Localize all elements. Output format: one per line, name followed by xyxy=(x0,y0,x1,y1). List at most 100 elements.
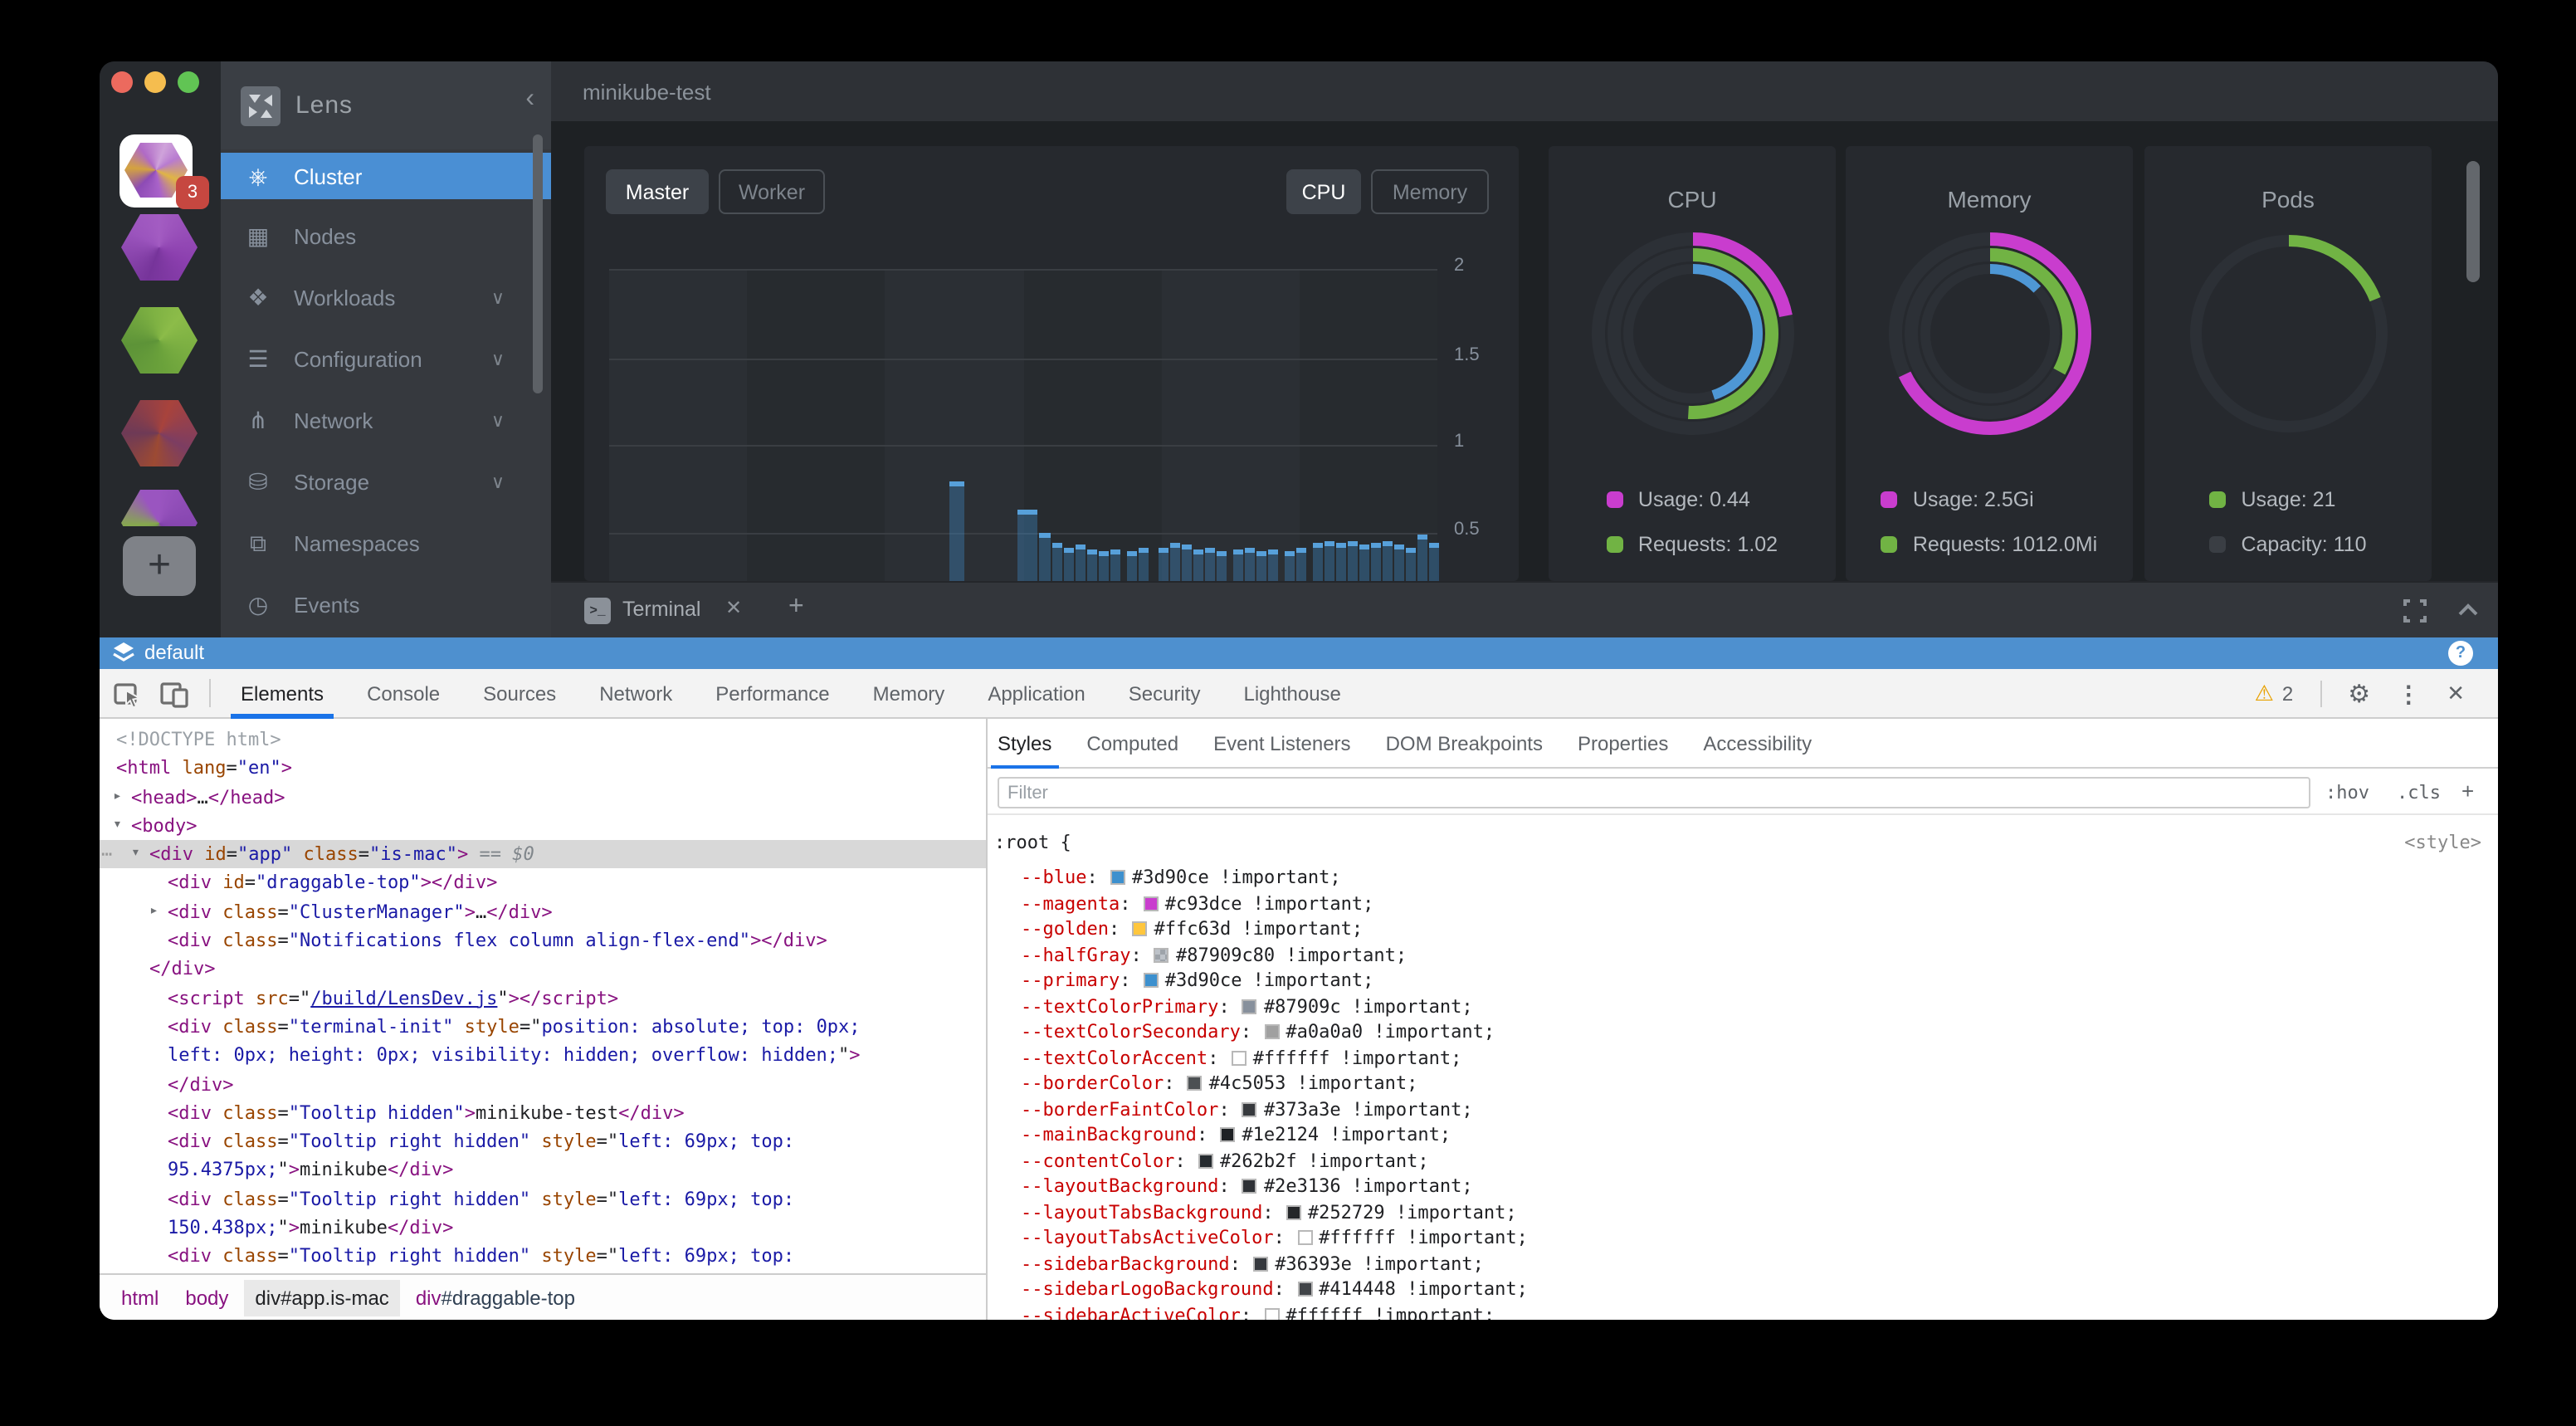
sidebar-item-events[interactable]: ◷Events xyxy=(221,579,551,629)
cluster-icon-cluster-4[interactable] xyxy=(121,400,198,466)
dom-tree-node[interactable]: <div class="Tooltip right hidden" style=… xyxy=(100,1185,986,1214)
dom-tree-node[interactable]: ▾<body> xyxy=(100,812,986,841)
dock-expand-chevron-icon[interactable] xyxy=(2456,601,2480,618)
expand-arrow-icon[interactable]: ▸ xyxy=(149,898,159,927)
sidebar-item-namespaces[interactable]: ⧉Namespaces xyxy=(221,518,551,568)
dom-tree-node[interactable]: 150.438px;">minikube</div> xyxy=(100,1214,986,1243)
css-property[interactable]: --magenta: #c93dce !important; xyxy=(988,891,2498,916)
styles-tab-styles[interactable]: Styles xyxy=(998,719,1051,769)
zoom-window-button[interactable] xyxy=(178,71,199,93)
expand-arrow-icon[interactable]: ▸ xyxy=(113,783,122,812)
cluster-icon-cluster-3[interactable] xyxy=(121,307,198,374)
expand-arrow-icon[interactable]: ▾ xyxy=(113,812,122,841)
dom-tree-node[interactable]: <div class="Tooltip hidden">minikube-tes… xyxy=(100,1099,986,1128)
css-property[interactable]: --borderColor: #4c5053 !important; xyxy=(988,1071,2498,1096)
terminal-close-icon[interactable]: ✕ xyxy=(725,596,742,619)
dom-tree-node[interactable]: <!DOCTYPE html> xyxy=(100,725,986,755)
devtools-tab-console[interactable]: Console xyxy=(367,669,440,719)
close-window-button[interactable] xyxy=(111,71,133,93)
css-property[interactable]: --textColorAccent: #ffffff !important; xyxy=(988,1045,2498,1071)
device-toolbar-icon[interactable] xyxy=(159,677,191,709)
sidebar-item-storage[interactable]: ⛁Storage∨ xyxy=(221,457,551,506)
dom-tree-node[interactable]: ⋯▾<div id="app" class="is-mac"> == $0 xyxy=(100,840,986,869)
css-property[interactable]: --golden: #ffc63d !important; xyxy=(988,916,2498,942)
css-property[interactable]: --layoutBackground: #2e3136 !important; xyxy=(988,1174,2498,1199)
cluster-icon-cluster-2[interactable] xyxy=(121,214,198,281)
metric-toggle-cpu[interactable]: CPU xyxy=(1286,169,1361,214)
css-property[interactable]: --textColorSecondary: #a0a0a0 !important… xyxy=(988,1019,2498,1045)
color-swatch[interactable] xyxy=(1242,999,1257,1013)
devtools-tab-memory[interactable]: Memory xyxy=(873,669,945,719)
color-swatch[interactable] xyxy=(1264,1024,1279,1039)
sidebar-item-workloads[interactable]: ❖Workloads∨ xyxy=(221,272,551,322)
settings-gear-icon[interactable]: ⚙ xyxy=(2348,679,2370,709)
toggle-hover-state-button[interactable]: :hov xyxy=(2325,782,2369,803)
css-property[interactable]: --primary: #3d90ce !important; xyxy=(988,968,2498,994)
styles-tab-computed[interactable]: Computed xyxy=(1086,719,1178,769)
sidebar-item-nodes[interactable]: ▦Nodes xyxy=(221,211,551,261)
sidebar-scrollbar[interactable] xyxy=(533,134,543,393)
css-property[interactable]: --borderFaintColor: #373a3e !important; xyxy=(988,1096,2498,1122)
dom-tree-node[interactable]: <script src="/build/LensDev.js"></script… xyxy=(100,984,986,1013)
devtools-close-icon[interactable]: ✕ xyxy=(2447,681,2465,707)
metric-toggle-memory[interactable]: Memory xyxy=(1371,169,1489,214)
color-swatch[interactable] xyxy=(1297,1230,1312,1245)
breadcrumb-item[interactable]: div#draggable-top xyxy=(404,1279,587,1316)
dom-tree-node[interactable]: left: 0px; height: 0px; visibility: hidd… xyxy=(100,1042,986,1071)
color-swatch[interactable] xyxy=(1132,921,1147,936)
help-icon[interactable]: ? xyxy=(2448,641,2473,666)
dashboard-scrollbar[interactable] xyxy=(2466,161,2480,282)
color-swatch[interactable] xyxy=(1232,1050,1247,1065)
breadcrumb-item[interactable]: html xyxy=(110,1279,170,1316)
more-options-icon[interactable]: ⋮ xyxy=(2397,680,2420,708)
color-swatch[interactable] xyxy=(1286,1204,1301,1219)
sidebar-item-cluster[interactable]: ⎈Cluster xyxy=(221,153,551,199)
css-property[interactable]: --textColorPrimary: #87909c !important; xyxy=(988,994,2498,1019)
breadcrumb-item[interactable]: div#app.is-mac xyxy=(243,1279,400,1316)
dom-tree-node[interactable]: <div class="Notifications flex column al… xyxy=(100,926,986,955)
breadcrumb-item[interactable]: body xyxy=(173,1279,240,1316)
color-swatch[interactable] xyxy=(1253,1256,1268,1271)
dom-tree-node[interactable]: <div class="terminal-init" style="positi… xyxy=(100,1013,986,1042)
sidebar-collapse-icon[interactable]: ‹ xyxy=(525,85,534,115)
sidebar-item-configuration[interactable]: ☰Configuration∨ xyxy=(221,334,551,383)
color-swatch[interactable] xyxy=(1264,1307,1279,1320)
styles-filter-input[interactable] xyxy=(998,777,2310,808)
color-swatch[interactable] xyxy=(1220,1127,1235,1142)
devtools-tab-lighthouse[interactable]: Lighthouse xyxy=(1243,669,1340,719)
warning-icon[interactable]: ⚠ xyxy=(2255,681,2274,707)
styles-tab-accessibility[interactable]: Accessibility xyxy=(1703,719,1812,769)
terminal-add-icon[interactable]: + xyxy=(788,593,804,623)
css-property[interactable]: --sidebarLogoBackground: #414448 !import… xyxy=(988,1277,2498,1302)
dock-fullscreen-icon[interactable] xyxy=(2403,599,2427,623)
css-property[interactable]: --blue: #3d90ce !important; xyxy=(988,865,2498,891)
css-property[interactable]: --contentColor: #262b2f !important; xyxy=(988,1148,2498,1174)
css-property[interactable]: --sidebarBackground: #36393e !important; xyxy=(988,1251,2498,1277)
terminal-tab[interactable]: Terminal xyxy=(622,598,701,621)
node-toggle-worker[interactable]: Worker xyxy=(719,169,825,214)
css-property[interactable]: --mainBackground: #1e2124 !important; xyxy=(988,1122,2498,1148)
expand-arrow-icon[interactable]: ▾ xyxy=(131,840,140,869)
color-swatch[interactable] xyxy=(1110,870,1125,885)
color-swatch[interactable] xyxy=(1242,1101,1257,1116)
devtools-tab-application[interactable]: Application xyxy=(988,669,1085,719)
dom-tree-node[interactable]: ▸<div class="ClusterManager">…</div> xyxy=(100,898,986,927)
css-property[interactable]: --sidebarActiveColor: #ffffff !important… xyxy=(988,1302,2498,1320)
color-swatch[interactable] xyxy=(1144,973,1159,988)
styles-tab-event-listeners[interactable]: Event Listeners xyxy=(1213,719,1350,769)
dom-tree-node[interactable]: <div class="Tooltip right hidden" style=… xyxy=(100,1243,986,1272)
color-swatch[interactable] xyxy=(1242,1179,1257,1194)
dom-tree-node[interactable]: ▸<head>…</head> xyxy=(100,783,986,812)
sidebar-item-network[interactable]: ⋔Network∨ xyxy=(221,395,551,445)
toggle-class-button[interactable]: .cls xyxy=(2397,782,2441,803)
color-swatch[interactable] xyxy=(1297,1282,1312,1297)
css-property[interactable]: --layoutTabsBackground: #252729 !importa… xyxy=(988,1199,2498,1225)
minimize-window-button[interactable] xyxy=(144,71,166,93)
styles-tab-properties[interactable]: Properties xyxy=(1578,719,1668,769)
dom-tree-node[interactable]: <html lang="en"> xyxy=(100,755,986,784)
css-property[interactable]: --layoutTabsActiveColor: #ffffff !import… xyxy=(988,1225,2498,1251)
devtools-tab-elements[interactable]: Elements xyxy=(241,669,324,719)
inspect-element-icon[interactable] xyxy=(113,677,144,709)
devtools-tab-network[interactable]: Network xyxy=(599,669,672,719)
color-swatch[interactable] xyxy=(1198,1153,1213,1168)
